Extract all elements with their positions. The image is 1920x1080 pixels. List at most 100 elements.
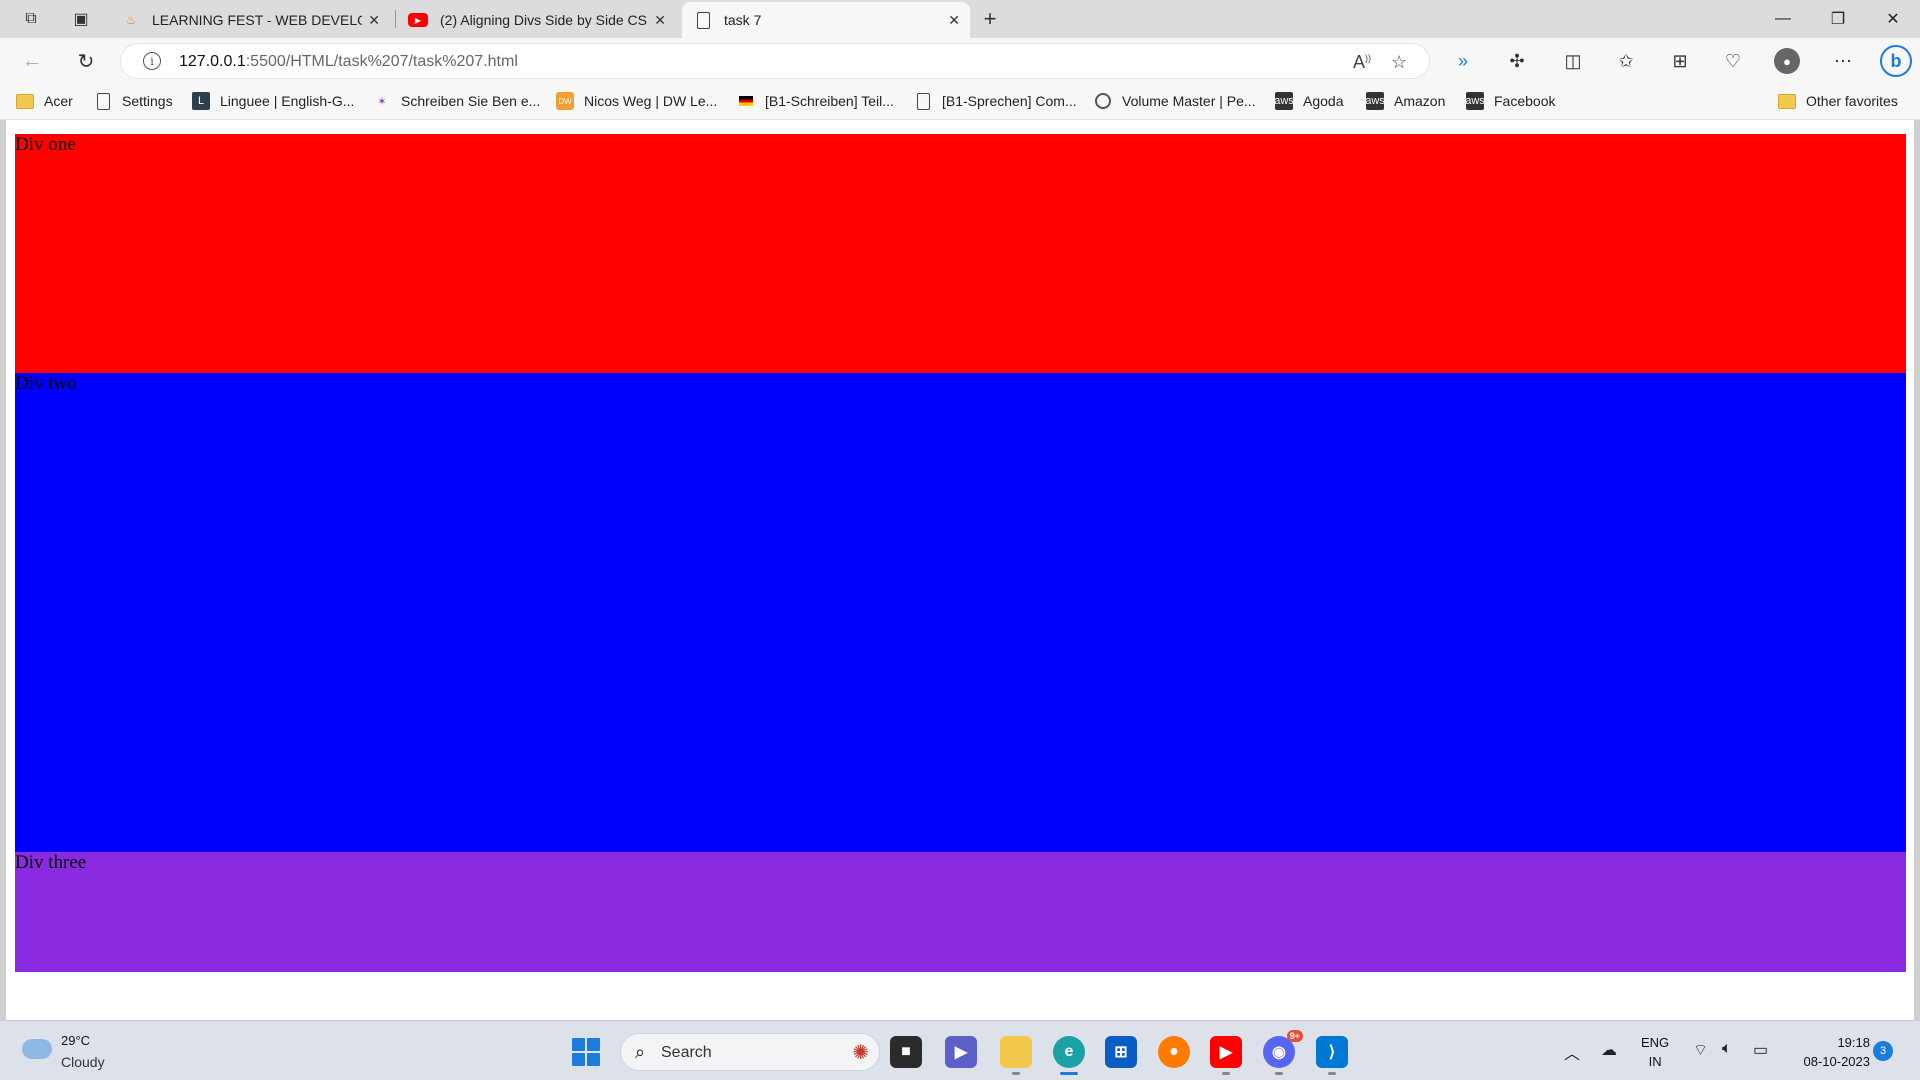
edge-drop-icon[interactable]: » [1450,48,1476,74]
fire-icon: ♨ [125,13,137,27]
tab-title: LEARNING FEST - WEB DEVELOP [152,12,362,28]
active-indicator [1060,1072,1078,1075]
bookmark-acer[interactable]: Acer [16,92,73,110]
page-icon [914,92,932,110]
vscode-icon[interactable]: ⟩ [1316,1036,1348,1068]
taskbar-search[interactable]: ⌕ Search ✺ [620,1033,880,1071]
weather-description: Cloudy [61,1054,105,1070]
bookmark-facebook[interactable]: aws Facebook [1465,92,1556,110]
weather-temperature: 29°C [61,1033,91,1048]
bookmark-label: [B1-Schreiben] Teil... [765,93,894,109]
windows-logo-pane [587,1053,600,1066]
bookmark-label: Amazon [1394,93,1446,109]
bookmark-label: Facebook [1494,93,1556,109]
taskbar: 29°C Cloudy ⌕ Search ✺ ■ ▶ e ⊞ ● ▶ ◉ 9+ ⟩… [0,1020,1920,1080]
windows-logo-pane [572,1053,585,1066]
address-bar[interactable]: i 127.0.0.1:5500/HTML/task%207/task%207.… [120,43,1430,79]
onedrive-icon[interactable]: ☁ [1601,1040,1617,1060]
page-icon [694,11,712,29]
clock[interactable]: 19:18 08-10-2023 [1792,1033,1871,1071]
more-menu-icon[interactable]: ⋯ [1830,48,1856,74]
back-button[interactable]: ← [18,47,46,75]
div-two: Div two [15,373,1906,852]
tab-task-7[interactable]: task 7 ✕ [682,2,970,38]
close-window-button[interactable]: ✕ [1873,4,1913,34]
notification-count-badge[interactable]: 3 [1873,1041,1893,1061]
div-one: Div one [15,134,1906,373]
running-indicator [1222,1072,1230,1075]
extensions-icon[interactable]: ✣ [1504,48,1530,74]
battery-icon[interactable]: ▭ [1753,1040,1768,1060]
flag-de-icon [737,92,755,110]
vertical-tabs-icon[interactable]: ▣ [70,8,92,30]
bookmark-other-favorites[interactable]: Other favorites [1778,92,1898,110]
bookmark-label: Other favorites [1806,93,1898,109]
region-code: IN [1648,1054,1662,1069]
wifi-icon[interactable]: ⌔ [1693,1040,1708,1060]
folder-icon [1778,92,1796,110]
discord-icon[interactable]: ◉ 9+ [1263,1030,1303,1068]
running-indicator [1012,1072,1020,1075]
youtube-app-icon[interactable]: ▶ [1210,1036,1242,1068]
bookmark-label: Nicos Weg | DW Le... [584,93,718,109]
bookmark-b1-schreiben[interactable]: [B1-Schreiben] Teil... [737,92,894,110]
page-icon [94,92,112,110]
file-explorer-icon[interactable] [1000,1036,1032,1068]
bookmark-schreiben[interactable]: ✶ Schreiben Sie Ben e... [373,92,540,110]
url-host: 127.0.0.1 [179,53,246,70]
tab-youtube[interactable]: ▶ (2) Aligning Divs Side by Side CS ✕ [396,2,676,38]
bookmark-nicos-weg[interactable]: DW Nicos Weg | DW Le... [556,92,717,110]
info-icon[interactable]: i [143,52,161,70]
bookmark-linguee[interactable]: L Linguee | English-G... [192,92,354,110]
close-icon[interactable]: ✕ [948,12,960,29]
language-indicator[interactable]: ENG IN [1641,1033,1669,1071]
show-hidden-icons-icon[interactable]: ︿ [1564,1040,1580,1064]
tab-title: task 7 [724,12,762,28]
bookmark-label: Agoda [1303,93,1344,109]
linguee-icon: L [192,92,210,110]
running-indicator [1328,1072,1336,1075]
favorite-star-icon[interactable]: ☆ [1391,52,1407,73]
bookmark-agoda[interactable]: aws Agoda [1274,92,1344,110]
aws-icon: aws [1274,92,1294,110]
bing-copilot-icon[interactable]: b [1880,45,1912,77]
read-aloud-icon[interactable]: A)) [1353,52,1371,73]
circle-icon [1094,92,1112,110]
firefox-icon[interactable]: ● [1158,1036,1190,1068]
discord-badge: 9+ [1286,1030,1303,1042]
favorites-icon[interactable]: ✩ [1613,48,1639,74]
edge-icon[interactable]: e [1053,1036,1085,1068]
minimize-button[interactable]: — [1763,4,1803,34]
restore-button[interactable]: ❐ [1818,4,1858,34]
volume-icon[interactable]: 🔈︎ [1722,1040,1732,1058]
split-screen-icon[interactable]: ◫ [1560,48,1586,74]
teams-icon[interactable]: ▶ [945,1036,977,1068]
close-icon[interactable]: ✕ [368,12,380,29]
collections-icon[interactable]: ⊞ [1667,48,1693,74]
new-tab-button[interactable]: + [979,6,1001,31]
tab-title: (2) Aligning Divs Side by Side CS [440,12,647,28]
tab-learning-fest[interactable]: ♨ LEARNING FEST - WEB DEVELOP ✕ [110,2,390,38]
refresh-button[interactable]: ↻ [72,47,100,75]
start-button[interactable] [572,1038,600,1066]
browser-essentials-icon[interactable]: ♡ [1720,48,1746,74]
aws-icon: aws [1365,92,1385,110]
search-label: Search [661,1044,712,1061]
bookmark-label: [B1-Sprechen] Com... [942,93,1077,109]
bookmark-label: Volume Master | Pe... [1122,93,1256,109]
task-view-icon[interactable]: ■ [890,1036,922,1068]
close-icon[interactable]: ✕ [654,12,666,29]
microsoft-store-icon[interactable]: ⊞ [1105,1036,1137,1068]
workspaces-icon[interactable]: ⧉ [20,8,42,30]
bird-icon: ✶ [377,95,387,108]
bookmark-amazon[interactable]: aws Amazon [1365,92,1446,110]
bookmark-volume-master[interactable]: Volume Master | Pe... [1094,92,1256,110]
avatar[interactable]: ● [1774,48,1800,74]
url-text[interactable]: 127.0.0.1:5500/HTML/task%207/task%207.ht… [179,53,518,71]
search-icon: ⌕ [635,1042,646,1062]
aws-icon: aws [1465,92,1485,110]
bookmark-settings[interactable]: Settings [94,92,173,110]
bookmark-b1-sprechen[interactable]: [B1-Sprechen] Com... [914,92,1077,110]
bookmarks-bar: Acer Settings L Linguee | English-G... ✶… [0,84,1920,120]
url-path: :5500/HTML/task%207/task%207.html [245,53,518,70]
